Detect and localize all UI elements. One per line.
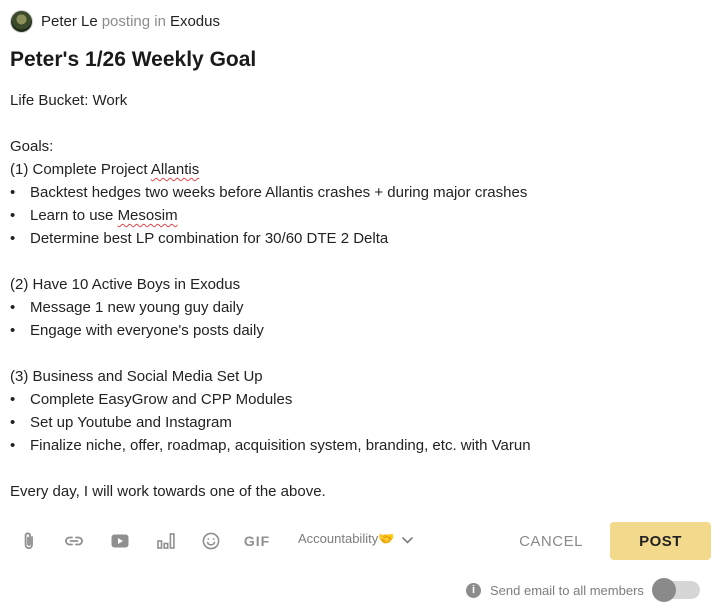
avatar[interactable] xyxy=(10,9,33,33)
posting-in-text: posting in xyxy=(101,12,166,30)
poll-icon[interactable] xyxy=(154,530,178,552)
closing-line: Every day, I will work towards one of th… xyxy=(10,483,326,500)
emoji-icon[interactable] xyxy=(199,530,223,552)
list-item-text: Engage with everyone's posts daily xyxy=(30,322,264,339)
list-item: • Determine best LP combination for 30/60… xyxy=(10,227,710,250)
post-button[interactable]: POST xyxy=(610,522,711,560)
goal-2-heading: (2) Have 10 Active Boys in Exodus xyxy=(10,276,241,293)
list-item-text: Learn to use Mesosim xyxy=(30,204,178,227)
list-item-text: Finalize niche, offer, roadmap, acquisit… xyxy=(30,437,531,454)
spell-error-mesosim[interactable]: Mesosim xyxy=(118,207,178,224)
list-item-text-prefix: Learn to use xyxy=(30,207,118,224)
list-item-text: Complete EasyGrow and CPP Modules xyxy=(30,391,293,408)
post-header: Peter Le posting in Exodus xyxy=(10,9,220,33)
send-email-row: i Send email to all members xyxy=(466,576,700,604)
goals-heading: Goals: xyxy=(10,138,54,155)
link-icon[interactable] xyxy=(62,530,86,552)
list-item: • Message 1 new young guy daily xyxy=(10,296,710,319)
gif-icon[interactable]: GIF xyxy=(241,530,273,552)
list-item-text: Message 1 new young guy daily xyxy=(30,299,244,316)
life-bucket-line: Life Bucket: Work xyxy=(10,92,128,109)
author-name[interactable]: Peter Le xyxy=(41,13,98,30)
composer-toolbar: GIF Accountability🤝 CANCEL POST xyxy=(0,522,720,560)
chevron-down-icon xyxy=(402,536,414,544)
bullet-marker: • xyxy=(10,207,16,224)
list-item: • Backtest hedges two weeks before Allant… xyxy=(10,181,710,204)
bullet-marker: • xyxy=(10,230,16,247)
bullet-marker: • xyxy=(10,414,16,431)
list-item: • Learn to use Mesosim xyxy=(10,204,710,227)
bullet-marker: • xyxy=(10,437,16,454)
list-item-text: Determine best LP combination for 30/60 … xyxy=(30,230,389,247)
goal-1-prefix: (1) Complete Project xyxy=(10,161,151,178)
send-email-label: Send email to all members xyxy=(490,582,644,598)
youtube-icon[interactable] xyxy=(108,530,132,552)
attachment-icon[interactable] xyxy=(18,530,40,552)
list-item-text: Backtest hedges two weeks before Allanti… xyxy=(30,184,528,201)
goal-3-heading: (3) Business and Social Media Set Up xyxy=(10,368,263,385)
cancel-button[interactable]: CANCEL xyxy=(508,522,594,560)
bullet-marker: • xyxy=(10,184,16,201)
category-select[interactable]: Accountability🤝 xyxy=(298,531,414,547)
bullet-marker: • xyxy=(10,322,16,339)
group-name[interactable]: Exodus xyxy=(170,13,220,30)
post-title[interactable]: Peter's 1/26 Weekly Goal xyxy=(10,48,256,72)
bullet-marker: • xyxy=(10,391,16,408)
list-item: • Set up Youtube and Instagram xyxy=(10,411,710,434)
post-body-editor[interactable]: Life Bucket: Work Goals: (1) Complete Pr… xyxy=(10,89,710,503)
bullet-marker: • xyxy=(10,299,16,316)
send-email-toggle[interactable] xyxy=(651,578,700,602)
category-label: Accountability🤝 xyxy=(298,531,395,546)
list-item-text: Set up Youtube and Instagram xyxy=(30,414,232,431)
list-item: • Complete EasyGrow and CPP Modules xyxy=(10,388,710,411)
goal-1-heading: (1) Complete Project Allantis xyxy=(10,158,710,181)
info-icon[interactable]: i xyxy=(466,582,481,598)
spell-error-allantis[interactable]: Allantis xyxy=(151,161,199,178)
toggle-knob xyxy=(651,578,676,602)
list-item: • Finalize niche, offer, roadmap, acquisi… xyxy=(10,434,710,457)
list-item: • Engage with everyone's posts daily xyxy=(10,319,710,342)
